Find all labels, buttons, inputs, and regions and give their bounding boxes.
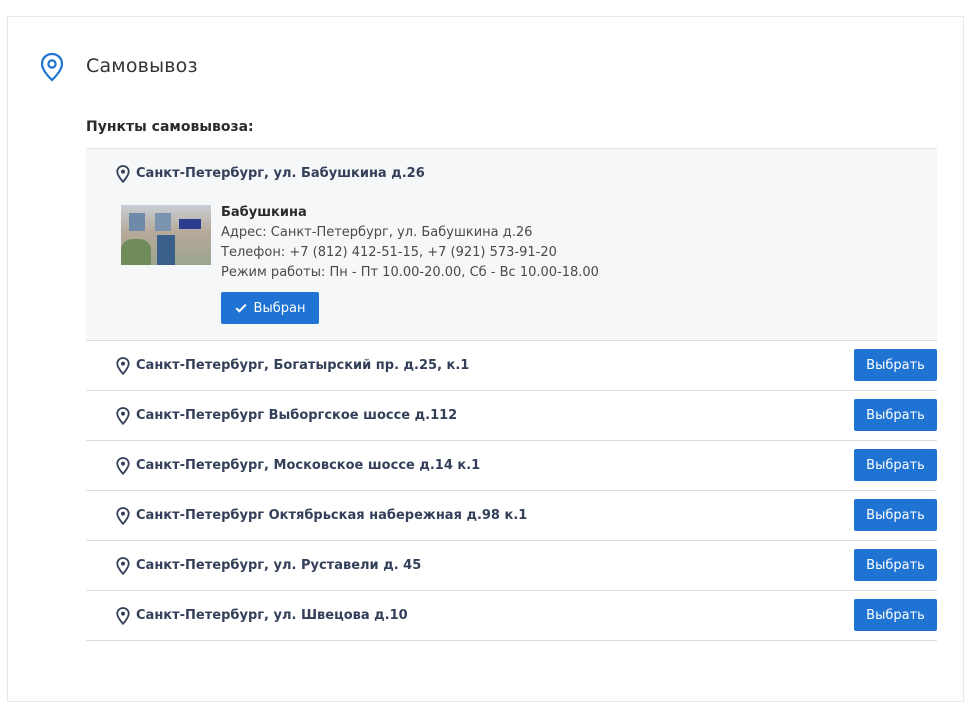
choose-button[interactable]: Выбрать (854, 549, 937, 581)
map-pin-icon (116, 407, 130, 425)
store-hours: Режим работы: Пн - Пт 10.00-20.00, Сб - … (221, 265, 599, 280)
choose-button[interactable]: Выбрать (854, 499, 937, 531)
selected-button-label: Выбран (253, 300, 306, 316)
map-pin-icon (116, 507, 130, 525)
pickup-points-list: Санкт-Петербург, ул. Бабушкина д.26 Бабу… (86, 148, 937, 641)
pickup-point-row: Санкт-Петербург, Богатырский пр. д.25, к… (86, 341, 937, 391)
selected-button[interactable]: Выбран (221, 292, 319, 324)
store-photo (121, 205, 211, 265)
choose-button[interactable]: Выбрать (854, 349, 937, 381)
pickup-point-address[interactable]: Санкт-Петербург Выборгское шоссе д.112 (136, 408, 457, 423)
pickup-point-row: Санкт-Петербург, ул. Руставели д. 45 Выб… (86, 541, 937, 591)
choose-button[interactable]: Выбрать (854, 599, 937, 631)
map-pin-icon (116, 457, 130, 475)
pickup-point-address[interactable]: Санкт-Петербург, Московское шоссе д.14 к… (136, 458, 480, 473)
choose-button[interactable]: Выбрать (854, 399, 937, 431)
pickup-card: Самовывоз Пункты самовывоза: Санкт-Петер… (7, 16, 964, 702)
pickup-points-heading: Пункты самовывоза: (86, 119, 254, 135)
check-icon (235, 303, 247, 313)
location-pin-icon (40, 52, 64, 82)
map-pin-icon (116, 607, 130, 625)
map-pin-icon (116, 557, 130, 575)
store-info: Бабушкина Адрес: Санкт-Петербург, ул. Ба… (221, 203, 641, 283)
pickup-point-address[interactable]: Санкт-Петербург Октябрьская набережная д… (136, 508, 527, 523)
store-phone: Телефон: +7 (812) 412-51-15, +7 (921) 57… (221, 245, 557, 260)
store-name: Бабушкина (221, 205, 307, 220)
pickup-point-address[interactable]: Санкт-Петербург, Богатырский пр. д.25, к… (136, 358, 469, 373)
pickup-point-address[interactable]: Санкт-Петербург, ул. Руставели д. 45 (136, 558, 421, 573)
pickup-point-selected: Санкт-Петербург, ул. Бабушкина д.26 Бабу… (86, 148, 937, 341)
pickup-point-row: Санкт-Петербург Октябрьская набережная д… (86, 491, 937, 541)
store-address: Адрес: Санкт-Петербург, ул. Бабушкина д.… (221, 225, 533, 240)
pickup-point-address[interactable]: Санкт-Петербург, ул. Бабушкина д.26 (136, 166, 425, 181)
pickup-point-row: Санкт-Петербург, Московское шоссе д.14 к… (86, 441, 937, 491)
map-pin-icon (116, 165, 130, 183)
page-title: Самовывоз (86, 55, 198, 77)
pickup-point-row: Санкт-Петербург, ул. Швецова д.10 Выбрат… (86, 591, 937, 641)
map-pin-icon (116, 357, 130, 375)
choose-button[interactable]: Выбрать (854, 449, 937, 481)
pickup-point-row: Санкт-Петербург Выборгское шоссе д.112 В… (86, 391, 937, 441)
pickup-point-address[interactable]: Санкт-Петербург, ул. Швецова д.10 (136, 608, 408, 623)
